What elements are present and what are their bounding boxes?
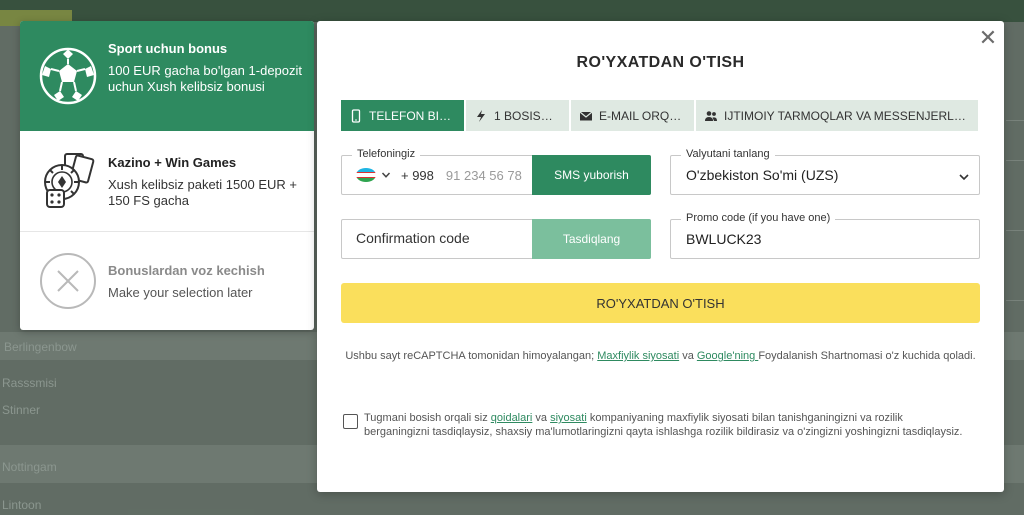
confirmation-code-input[interactable] xyxy=(356,230,516,246)
bonus-decline-title: Bonuslardan voz kechish xyxy=(108,263,265,278)
phone-input[interactable] xyxy=(445,167,538,183)
bonus-sport-title: Sport uchun bonus xyxy=(108,41,228,56)
lightning-icon xyxy=(477,109,485,122)
tab-social[interactable]: IJTIMOIY TARMOQLAR VA MESSENJERLAR xyxy=(696,100,978,131)
soccer-ball-icon xyxy=(39,47,97,105)
casino-chip-dice-cards-icon xyxy=(44,153,95,208)
recaptcha-notice: Ushbu sayt reCAPTCHA tomonidan himoyalan… xyxy=(345,350,976,362)
bonus-option-decline[interactable]: Bonuslardan voz kechish Make your select… xyxy=(20,232,314,330)
bonus-panel: Sport uchun bonus 100 EUR gacha bo'lgan … xyxy=(20,21,314,330)
rules-link[interactable]: qoidalari xyxy=(491,412,533,424)
bonus-casino-title: Kazino + Win Games xyxy=(108,155,237,170)
bonus-option-casino[interactable]: Kazino + Win Games Xush kelibsiz paketi … xyxy=(20,131,314,231)
bonus-option-sport[interactable]: Sport uchun bonus 100 EUR gacha bo'lgan … xyxy=(20,21,314,131)
dial-code: + 998 xyxy=(401,167,434,183)
chevron-down-icon xyxy=(959,174,969,181)
confirmation-field: Tasdiqlang xyxy=(341,219,651,259)
users-icon xyxy=(705,110,717,121)
phone-label: Telefoningiz xyxy=(352,148,421,160)
registration-modal: ✕ RO'YXATDAN O'TISH TELEFON BILAN 1 BOSI… xyxy=(317,21,1004,492)
tab-phone[interactable]: TELEFON BILAN xyxy=(341,100,464,131)
tab-social-label: IJTIMOIY TARMOQLAR VA MESSENJERLAR xyxy=(724,108,970,123)
mobile-phone-icon xyxy=(351,108,361,123)
close-icon[interactable]: ✕ xyxy=(977,27,999,49)
consent-checkbox[interactable] xyxy=(343,414,358,429)
tab-phone-label: TELEFON BILAN xyxy=(369,108,456,123)
phone-field: Telefoningiz + 998 SMS yuborish xyxy=(341,148,651,195)
google-terms-link[interactable]: Google'ning xyxy=(697,350,758,362)
policy-link[interactable]: siyosati xyxy=(550,412,587,424)
bonus-decline-description: Make your selection later xyxy=(108,285,253,300)
tab-email-label: E-MAIL ORQALI xyxy=(599,108,686,123)
sms-send-button[interactable]: SMS yuborish xyxy=(532,155,651,195)
chevron-down-icon[interactable] xyxy=(381,170,391,180)
privacy-policy-link[interactable]: Maxfiylik siyosati xyxy=(597,350,679,362)
envelope-icon xyxy=(579,111,593,120)
bonus-casino-description: Xush kelibsiz paketi 1500 EUR + 150 FS g… xyxy=(108,177,297,208)
uzbekistan-flag-icon[interactable] xyxy=(356,168,376,182)
promo-code-field[interactable]: Promo code (if you have one) BWLUCK23 xyxy=(670,212,980,259)
consent-text: Tugmani bosish orqali siz qoidalari va s… xyxy=(364,412,963,438)
currency-select[interactable]: Valyutani tanlang O'zbekiston So'mi (UZS… xyxy=(670,148,980,195)
register-button[interactable]: RO'YXATDAN O'TISH xyxy=(341,283,980,323)
modal-title: RO'YXATDAN O'TISH xyxy=(576,54,745,71)
promo-code-value: BWLUCK23 xyxy=(686,231,762,247)
currency-label: Valyutani tanlang xyxy=(681,148,775,160)
circle-x-icon xyxy=(40,253,96,309)
confirm-code-button[interactable]: Tasdiqlang xyxy=(532,219,651,259)
tab-email[interactable]: E-MAIL ORQALI xyxy=(571,100,694,131)
currency-value: O'zbekiston So'mi (UZS) xyxy=(686,167,839,183)
promo-code-label: Promo code (if you have one) xyxy=(681,212,836,224)
bonus-sport-description: 100 EUR gacha bo'lgan 1-depozit uchun Xu… xyxy=(108,63,303,94)
registration-tabs: TELEFON BILAN 1 BOSISHDA E-MAIL ORQALI I… xyxy=(341,100,980,131)
tab-one-click-label: 1 BOSISHDA xyxy=(494,108,561,123)
tab-one-click[interactable]: 1 BOSISHDA xyxy=(466,100,569,131)
